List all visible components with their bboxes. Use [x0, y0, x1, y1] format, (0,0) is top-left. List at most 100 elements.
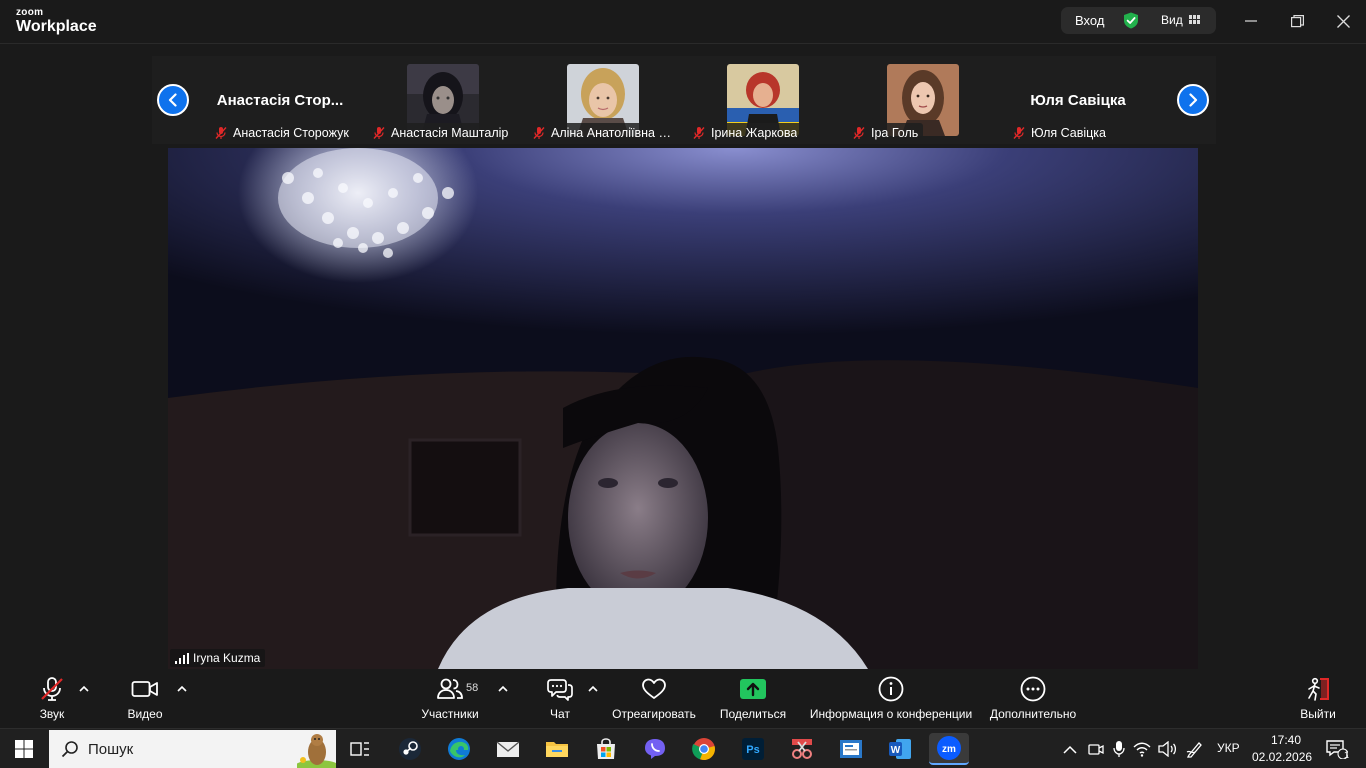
muted-mic-icon	[215, 126, 227, 139]
folder-icon	[546, 742, 568, 757]
mail-envelope-icon	[496, 741, 520, 757]
word-icon: W	[889, 739, 911, 759]
store-bag-icon	[597, 738, 615, 759]
chevron-up-icon	[498, 685, 508, 692]
muted-mic-icon	[533, 126, 545, 139]
participants-count: 58	[466, 682, 479, 694]
pen-ink-icon	[1186, 742, 1202, 758]
edge-app[interactable]	[439, 733, 479, 765]
tray-microphone[interactable]	[1107, 733, 1131, 765]
clock-time[interactable]: 17:40	[1266, 733, 1306, 747]
participant-name-tag: Юля Савіцка	[1008, 123, 1111, 142]
svg-text:W: W	[891, 745, 901, 756]
participant-tile[interactable]: Анастасія Машталір	[362, 56, 514, 144]
chat-button[interactable]: Чат	[540, 676, 580, 726]
chevron-left-icon	[168, 93, 177, 107]
participants-icon	[437, 678, 463, 699]
tray-pen[interactable]	[1182, 733, 1208, 765]
chrome-app[interactable]	[684, 733, 724, 765]
close-button[interactable]	[1332, 11, 1354, 31]
steam-icon	[399, 738, 421, 760]
close-icon	[1336, 14, 1350, 28]
share-screen-button[interactable]: Поделиться	[718, 676, 788, 726]
zoom-app-icon: zm	[937, 736, 961, 760]
share-label: Поделиться	[719, 707, 787, 721]
wifi-icon	[1133, 742, 1151, 757]
minimize-icon	[1245, 20, 1257, 22]
participant-name-tag: Іра Голь	[848, 123, 924, 142]
participant-display-name: Юля Савіцка	[1030, 92, 1126, 109]
video-options-caret[interactable]	[176, 682, 188, 694]
steam-app[interactable]	[390, 733, 430, 765]
restore-icon	[1290, 14, 1304, 27]
muted-microphone-icon	[41, 677, 63, 701]
audio-button[interactable]: Звук	[32, 676, 72, 726]
participant-name: Юля Савіцка	[1031, 125, 1106, 140]
chat-bubble-icon	[547, 679, 573, 701]
more-options-icon	[1020, 676, 1046, 702]
participants-label: Участники	[421, 707, 479, 721]
notification-count: 1	[1344, 750, 1350, 760]
camera-in-use-icon	[1088, 744, 1104, 755]
react-button[interactable]: Отреагировать	[610, 676, 698, 726]
svg-text:zm: zm	[942, 744, 956, 755]
security-shield-icon[interactable]	[1123, 12, 1139, 29]
brand-zoom-text: zoom	[16, 7, 44, 18]
participants-options-caret[interactable]	[497, 682, 509, 694]
title-bar: zoom Workplace Вход Вид	[0, 0, 1366, 44]
snipping-tool-app[interactable]	[782, 733, 822, 765]
search-placeholder: Пошук	[88, 741, 134, 758]
zoom-meeting-window: zoom Workplace Вход Вид Анастасія Стор..…	[0, 0, 1366, 768]
active-speaker-video: Iryna Kuzma	[168, 148, 1198, 669]
tray-speaker[interactable]	[1155, 733, 1181, 765]
restore-button[interactable]	[1286, 11, 1308, 31]
participant-name: Анастасія Сторожук	[233, 125, 349, 140]
leave-label: Выйти	[1300, 707, 1336, 721]
strip-next-button[interactable]	[1177, 84, 1209, 116]
input-language[interactable]: УКР	[1217, 741, 1240, 755]
word-app[interactable]: W	[880, 733, 920, 765]
muted-mic-icon	[373, 126, 385, 139]
brand-workplace-text: Workplace	[16, 18, 97, 35]
microphone-in-use-icon	[1113, 741, 1125, 757]
chat-options-caret[interactable]	[587, 682, 599, 694]
viber-app[interactable]	[635, 733, 675, 765]
mail-app[interactable]	[488, 733, 528, 765]
search-highlight-groundhog-icon	[297, 734, 336, 768]
notification-center-button[interactable]: 1	[1320, 733, 1354, 765]
document-viewer-app[interactable]	[831, 733, 871, 765]
chrome-icon	[692, 738, 715, 761]
leave-button[interactable]: Выйти	[1296, 676, 1340, 726]
signal-strength-icon	[175, 652, 189, 664]
meeting-info-button[interactable]: Информация о конференции	[808, 676, 974, 726]
tray-network[interactable]	[1130, 733, 1154, 765]
windows-taskbar: Пошук Ps W zm УКР 17:40 02.02.2026 1	[0, 728, 1366, 768]
audio-options-caret[interactable]	[78, 682, 90, 694]
clock-date[interactable]: 02.02.2026	[1252, 750, 1312, 764]
participant-tile[interactable]: Іра Голь	[842, 56, 994, 144]
start-button[interactable]	[4, 733, 44, 765]
login-button[interactable]: Вход	[1075, 13, 1104, 28]
meeting-info-label: Информация о конференции	[809, 707, 973, 721]
participant-tile[interactable]: Ірина Жаркова	[682, 56, 834, 144]
participant-tile[interactable]: Анастасія Стор... Анастасія Сторожук	[204, 56, 356, 144]
participant-tile[interactable]: Аліна Анатоліївна Пр...	[522, 56, 680, 144]
participant-tile[interactable]: Юля Савіцка Юля Савіцка	[1002, 56, 1154, 144]
task-view-button[interactable]	[340, 733, 380, 765]
edge-browser-icon	[448, 738, 470, 760]
microsoft-store-app[interactable]	[586, 733, 626, 765]
tray-camera[interactable]	[1084, 733, 1108, 765]
file-explorer-app[interactable]	[537, 733, 577, 765]
photoshop-app[interactable]: Ps	[733, 733, 773, 765]
react-label: Отреагировать	[612, 707, 696, 721]
strip-prev-button[interactable]	[157, 84, 189, 116]
participant-name-tag: Ірина Жаркова	[688, 123, 803, 142]
heart-icon	[642, 678, 666, 699]
more-button[interactable]: Дополнительно	[988, 676, 1078, 726]
minimize-button[interactable]	[1240, 11, 1262, 31]
grid-view-icon[interactable]	[1189, 15, 1200, 25]
video-button[interactable]: Видео	[120, 676, 170, 726]
taskbar-search-box[interactable]: Пошук	[49, 730, 336, 768]
view-button[interactable]: Вид	[1161, 13, 1183, 27]
zoom-app[interactable]: zm	[929, 733, 969, 765]
